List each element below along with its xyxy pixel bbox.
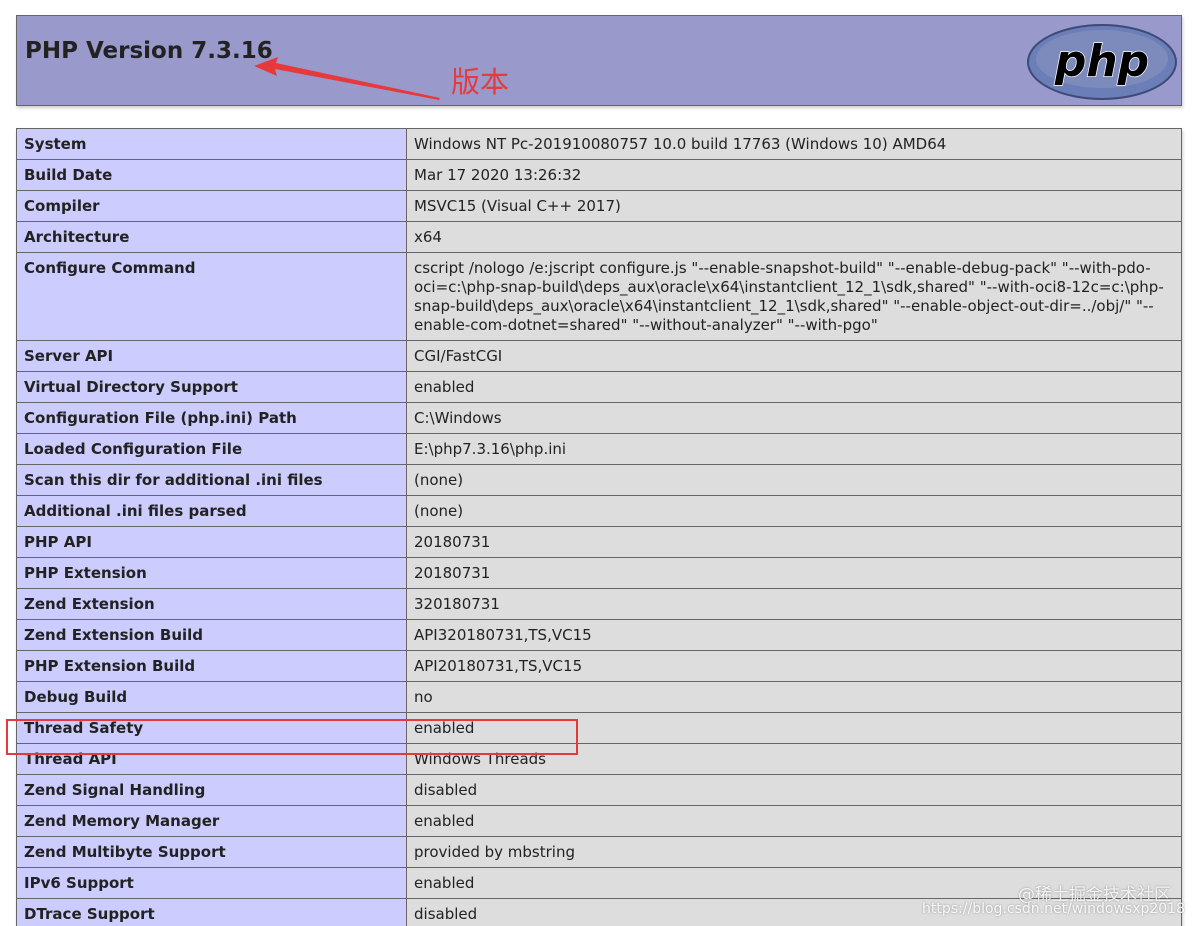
table-row: Server API CGI/FastCGI — [16, 340, 1182, 372]
row-value: provided by mbstring — [406, 836, 1182, 868]
row-key: Configuration File (php.ini) Path — [16, 402, 407, 434]
phpinfo-table: System Windows NT Pc-201910080757 10.0 bu… — [16, 128, 1182, 926]
row-key: Compiler — [16, 190, 407, 222]
table-row: Compiler MSVC15 (Visual C++ 2017) — [16, 190, 1182, 222]
row-key: Zend Signal Handling — [16, 774, 407, 806]
row-value: cscript /nologo /e:jscript configure.js … — [406, 252, 1182, 341]
row-value: enabled — [406, 371, 1182, 403]
table-row: Scan this dir for additional .ini files(… — [16, 464, 1182, 496]
row-value: no — [406, 681, 1182, 713]
table-row: PHP Extension Build API20180731,TS,VC15 — [16, 650, 1182, 682]
table-row: Architecture x64 — [16, 221, 1182, 253]
table-row: Zend Multibyte Support provided by mbstri… — [16, 836, 1182, 868]
row-value: (none) — [406, 464, 1182, 496]
table-row: Build Date Mar 17 2020 13:26:32 — [16, 159, 1182, 191]
row-value: disabled — [406, 774, 1182, 806]
row-key: Scan this dir for additional .ini files — [16, 464, 407, 496]
table-row: Configure Command cscript /nologo /e:jscr… — [16, 252, 1182, 341]
row-value: E:\php7.3.16\php.ini — [406, 433, 1182, 465]
row-value: Windows Threads — [406, 743, 1182, 775]
row-value: enabled — [406, 712, 1182, 744]
version-annotation-label: 版本 — [451, 65, 510, 99]
watermark-url: https://blog.csdn.net/windowsxp2018 — [922, 901, 1185, 917]
row-value: 20180731 — [406, 526, 1182, 558]
phpinfo-page: PHP Version 7.3.16 php 版本 System Windows … — [0, 0, 1193, 926]
row-key: PHP Extension — [16, 557, 407, 589]
row-key: Debug Build — [16, 681, 407, 713]
row-key: System — [16, 128, 407, 160]
table-row: IPv6 Support enabled — [16, 867, 1182, 899]
table-row: Loaded Configuration File E:\php7.3.16\ph… — [16, 433, 1182, 465]
row-value: CGI/FastCGI — [406, 340, 1182, 372]
table-row: Additional .ini files parsed (none) — [16, 495, 1182, 527]
table-row: Debug Build no — [16, 681, 1182, 713]
table-row: Thread API Windows Threads — [16, 743, 1182, 775]
row-key: PHP API — [16, 526, 407, 558]
row-key: Zend Multibyte Support — [16, 836, 407, 868]
row-key: Zend Memory Manager — [16, 805, 407, 837]
row-value: x64 — [406, 221, 1182, 253]
row-value: API20180731,TS,VC15 — [406, 650, 1182, 682]
table-row: PHP API 20180731 — [16, 526, 1182, 558]
table-row: Zend Extension 320180731 — [16, 588, 1182, 620]
table-row: Configuration File (php.ini) Path C:\Wind… — [16, 402, 1182, 434]
row-value: 320180731 — [406, 588, 1182, 620]
row-value: API320180731,TS,VC15 — [406, 619, 1182, 651]
row-value: enabled — [406, 805, 1182, 837]
row-key: Architecture — [16, 221, 407, 253]
row-key: Configure Command — [16, 252, 407, 341]
row-key: Server API — [16, 340, 407, 372]
php-version-title: PHP Version 7.3.16 — [25, 38, 273, 64]
table-row: System Windows NT Pc-201910080757 10.0 bu… — [16, 128, 1182, 160]
row-key: Virtual Directory Support — [16, 371, 407, 403]
row-value: Mar 17 2020 13:26:32 — [406, 159, 1182, 191]
row-key: Thread API — [16, 743, 407, 775]
row-value: C:\Windows — [406, 402, 1182, 434]
row-key: Loaded Configuration File — [16, 433, 407, 465]
table-row: Zend Signal Handling disabled — [16, 774, 1182, 806]
row-key: PHP Extension Build — [16, 650, 407, 682]
table-row: Zend Memory Manager enabled — [16, 805, 1182, 837]
table-row: Thread Safety enabled — [16, 712, 1182, 744]
row-value: (none) — [406, 495, 1182, 527]
table-row: Zend Extension Build API320180731,TS,VC15 — [16, 619, 1182, 651]
row-key: IPv6 Support — [16, 867, 407, 899]
php-logo-icon[interactable]: php — [1026, 23, 1178, 101]
row-value: MSVC15 (Visual C++ 2017) — [406, 190, 1182, 222]
row-key: DTrace Support — [16, 898, 407, 926]
row-key: Zend Extension — [16, 588, 407, 620]
row-key: Build Date — [16, 159, 407, 191]
table-row: PHP Extension 20180731 — [16, 557, 1182, 589]
row-key: Zend Extension Build — [16, 619, 407, 651]
row-key: Additional .ini files parsed — [16, 495, 407, 527]
row-key: Thread Safety — [16, 712, 407, 744]
row-value: Windows NT Pc-201910080757 10.0 build 17… — [406, 128, 1182, 160]
phpinfo-header: PHP Version 7.3.16 php — [16, 15, 1182, 106]
svg-text:php: php — [1054, 36, 1149, 87]
table-row: Virtual Directory Support enabled — [16, 371, 1182, 403]
row-value: 20180731 — [406, 557, 1182, 589]
